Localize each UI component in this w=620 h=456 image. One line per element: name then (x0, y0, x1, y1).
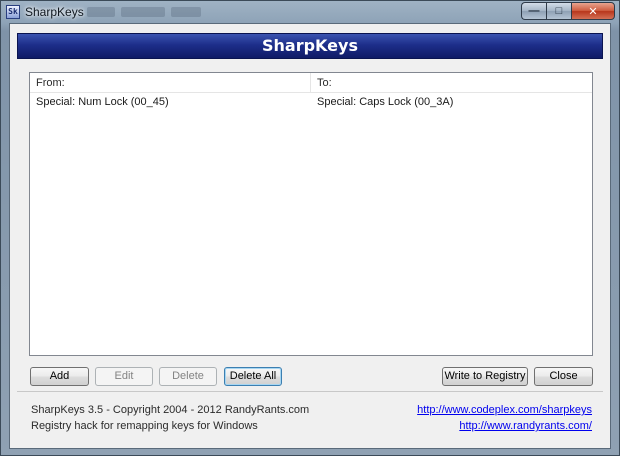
add-button[interactable]: Add (30, 367, 89, 386)
write-to-registry-button[interactable]: Write to Registry (442, 367, 528, 386)
title-bar-reflection (87, 7, 115, 17)
title-bar-reflection (121, 7, 165, 17)
mapping-from: Special: Num Lock (00_45) (36, 96, 169, 108)
app-window: Sk SharpKeys — □ ✕ SharpKeys From: To: S… (0, 0, 620, 456)
list-header: From: To: (30, 73, 592, 93)
caption-buttons: — □ ✕ (521, 2, 615, 20)
mapping-to: Special: Caps Lock (00_3A) (317, 96, 454, 108)
randyrants-link[interactable]: http://www.randyrants.com/ (459, 420, 592, 432)
codeplex-link[interactable]: http://www.codeplex.com/sharpkeys (417, 404, 592, 416)
copyright-text: SharpKeys 3.5 - Copyright 2004 - 2012 Ra… (31, 404, 310, 416)
close-button[interactable]: Close (534, 367, 593, 386)
close-icon: ✕ (588, 5, 598, 18)
app-banner: SharpKeys (17, 33, 603, 59)
mappings-list[interactable]: From: To: Special: Num Lock (00_45) Spec… (29, 72, 593, 356)
minimize-button[interactable]: — (521, 2, 546, 20)
edit-button[interactable]: Edit (95, 367, 153, 386)
column-header-from[interactable]: From: (36, 77, 65, 89)
list-item[interactable]: Special: Num Lock (00_45) Special: Caps … (30, 94, 592, 110)
column-header-to[interactable]: To: (317, 77, 332, 89)
client-area: SharpKeys From: To: Special: Num Lock (0… (9, 23, 611, 449)
title-bar-reflection (171, 7, 201, 17)
window-title: SharpKeys (25, 5, 84, 19)
description-text: Registry hack for remapping keys for Win… (31, 420, 258, 432)
app-icon[interactable]: Sk (6, 5, 20, 19)
delete-button[interactable]: Delete (159, 367, 217, 386)
footer-divider (17, 391, 603, 392)
title-bar[interactable]: Sk SharpKeys — □ ✕ (1, 1, 619, 23)
column-separator[interactable] (310, 73, 311, 93)
delete-all-button[interactable]: Delete All (224, 367, 282, 386)
maximize-icon: □ (555, 5, 563, 17)
minimize-icon: — (528, 5, 540, 17)
close-window-button[interactable]: ✕ (571, 2, 615, 20)
maximize-button[interactable]: □ (546, 2, 571, 20)
